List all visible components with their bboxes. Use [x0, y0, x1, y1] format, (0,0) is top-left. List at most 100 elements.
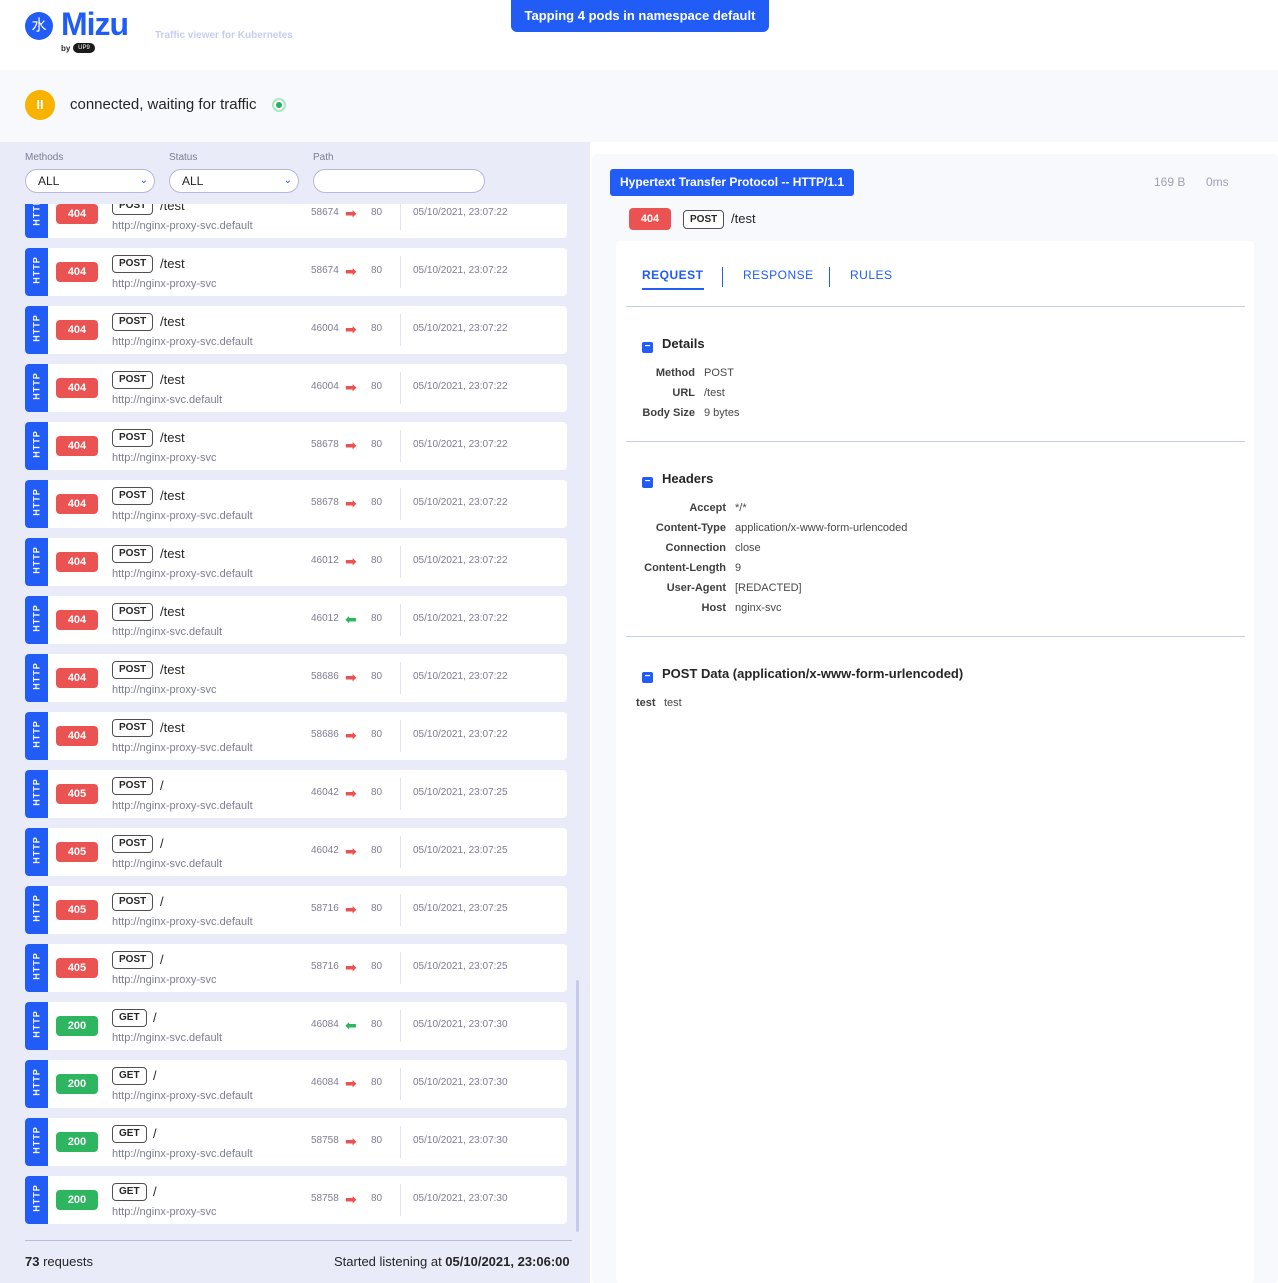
- row-divider: [400, 204, 401, 230]
- service-url: http://nginx-proxy-svc: [112, 684, 217, 696]
- status-filter-value: ALL: [182, 174, 204, 188]
- service-url: http://nginx-svc.default: [112, 394, 223, 406]
- request-count-suffix: requests: [39, 1254, 93, 1269]
- arrow-left-icon: ⬅: [345, 1017, 357, 1033]
- detail-path: /test: [731, 211, 756, 226]
- header-row: Content-Length 9: [636, 558, 741, 578]
- traffic-entry-row[interactable]: HTTP 405 POST / http://nginx-proxy-svc.defau…: [25, 886, 567, 934]
- traffic-entry-row[interactable]: HTTP 405 POST / http://nginx-proxy-svc.defau…: [25, 770, 567, 818]
- traffic-entry-row[interactable]: HTTP 404 POST/test http://nginx-proxy-svc.d…: [25, 712, 567, 760]
- entry-timestamp: 05/10/2021, 23:07:30: [413, 1077, 508, 1088]
- header-row-value: nginx-svc: [735, 602, 782, 614]
- header-row: User-Agent [REDACTED]: [636, 578, 802, 598]
- traffic-entry-row[interactable]: HTTP 405 POST / http://nginx-proxy-svc 58716 ➡…: [25, 944, 567, 992]
- method-badge: POST: [112, 255, 154, 273]
- row-divider: [400, 720, 401, 752]
- arrow-right-icon: ➡: [345, 669, 357, 685]
- headers-section-toggle[interactable]: − Headers: [642, 471, 713, 488]
- traffic-entry-row[interactable]: HTTP 200 GET / http://nginx-proxy-svc 58758 ➡ 8…: [25, 1176, 567, 1224]
- header-row-value: */*: [735, 502, 747, 514]
- service-url: http://nginx-proxy-svc.default: [112, 220, 253, 232]
- tab-request[interactable]: REQUEST: [642, 268, 704, 290]
- row-divider: [400, 894, 401, 926]
- protocol-tag: HTTP: [25, 596, 48, 644]
- row-divider: [400, 546, 401, 578]
- method-badge: GET: [112, 1009, 147, 1027]
- row-divider: [400, 662, 401, 694]
- protocol-tag: HTTP: [25, 1002, 48, 1050]
- section-divider: [626, 636, 1245, 637]
- traffic-entry-row[interactable]: HTTP 404 POST/test http://nginx-proxy-svc.d…: [25, 306, 567, 354]
- traffic-entry-row[interactable]: HTTP 404 POST/test http://nginx-proxy-svc.d…: [25, 480, 567, 528]
- method-badge: POST: [112, 429, 154, 447]
- destination-port: 80: [371, 1019, 383, 1030]
- source-port: 58758: [311, 1193, 339, 1204]
- service-url: http://nginx-proxy-svc.default: [112, 568, 253, 580]
- protocol-label: HTTP: [31, 546, 42, 574]
- destination-port: 80: [371, 613, 383, 624]
- source-port: 46012: [311, 613, 339, 624]
- traffic-entry-row[interactable]: HTTP 405 POST / http://nginx-svc.default 4604…: [25, 828, 567, 876]
- destination-port: 80: [371, 1193, 383, 1204]
- method-badge: POST: [112, 313, 154, 331]
- arrow-right-icon: ➡: [345, 727, 357, 743]
- service-url: http://nginx-proxy-svc: [112, 278, 217, 290]
- post-data-section-toggle[interactable]: − POST Data (application/x-www-form-urlen…: [642, 666, 963, 683]
- arrow-right-icon: ➡: [345, 437, 357, 453]
- tab-rules[interactable]: RULES: [850, 268, 893, 282]
- pause-button[interactable]: II: [25, 90, 55, 120]
- collapse-icon: −: [642, 672, 653, 683]
- traffic-entry-row[interactable]: HTTP 200 GET / http://nginx-proxy-svc.defaul…: [25, 1060, 567, 1108]
- request-path: /test: [160, 430, 185, 445]
- method-badge: GET: [112, 1067, 147, 1085]
- source-port: 58716: [311, 961, 339, 972]
- protocol-label: HTTP: [31, 256, 42, 284]
- status-code-badge: 200: [56, 1132, 98, 1152]
- arrow-right-icon: ➡: [345, 1133, 357, 1149]
- traffic-entry-row[interactable]: HTTP 404 POST/test http://nginx-proxy-svc 58…: [25, 422, 567, 470]
- header-row-value: 9: [735, 562, 742, 574]
- traffic-entry-row[interactable]: HTTP 404 POST/test http://nginx-proxy-svc.d…: [25, 204, 567, 238]
- status-filter-select[interactable]: ALL ⌄: [169, 169, 299, 193]
- request-path: /: [153, 1126, 157, 1141]
- body-size-info: 169 B: [1154, 175, 1186, 189]
- traffic-entry-row[interactable]: HTTP 404 POST/test http://nginx-proxy-svc.d…: [25, 538, 567, 586]
- traffic-entry-row[interactable]: HTTP 200 GET / http://nginx-svc.default 46084…: [25, 1002, 567, 1050]
- traffic-entry-list[interactable]: HTTP 404 POST/test http://nginx-proxy-svc.d…: [25, 204, 567, 1230]
- traffic-entry-row[interactable]: HTTP 200 GET / http://nginx-proxy-svc.defaul…: [25, 1118, 567, 1166]
- service-url: http://nginx-proxy-svc.default: [112, 916, 253, 928]
- tab-divider: [722, 267, 723, 287]
- header-row-value: [REDACTED]: [735, 582, 802, 594]
- destination-port: 80: [371, 323, 383, 334]
- detail-row-value: /test: [704, 387, 725, 399]
- protocol-label: HTTP: [31, 314, 42, 342]
- method-badge: POST: [112, 661, 154, 679]
- methods-filter-select[interactable]: ALL ⌄: [25, 169, 155, 193]
- request-path: /test: [160, 256, 185, 271]
- status-code-badge: 405: [56, 958, 98, 978]
- request-count: 73 requests: [25, 1254, 93, 1269]
- traffic-entry-row[interactable]: HTTP 404 POST/test http://nginx-proxy-svc 58…: [25, 654, 567, 702]
- status-filter-label: Status: [169, 152, 198, 163]
- protocol-tag: HTTP: [25, 1060, 48, 1108]
- entry-timestamp: 05/10/2021, 23:07:25: [413, 903, 508, 914]
- tab-response[interactable]: RESPONSE: [743, 268, 814, 282]
- row-divider: [400, 430, 401, 462]
- details-section-toggle[interactable]: − Details: [642, 336, 705, 353]
- post-data-row: test test: [636, 693, 682, 713]
- status-code-badge: 200: [56, 1016, 98, 1036]
- method-badge: POST: [112, 545, 154, 563]
- row-divider: [400, 256, 401, 288]
- arrow-right-icon: ➡: [345, 321, 357, 337]
- traffic-entry-row[interactable]: HTTP 404 POST/test http://nginx-svc.default…: [25, 364, 567, 412]
- traffic-entry-row[interactable]: HTTP 404 POST/test http://nginx-svc.default…: [25, 596, 567, 644]
- traffic-entry-row[interactable]: HTTP 404 POST/test http://nginx-proxy-svc 58…: [25, 248, 567, 296]
- detail-row: Method POST: [636, 363, 734, 383]
- list-scrollbar[interactable]: [576, 980, 579, 1232]
- status-code-badge: 404: [56, 610, 98, 630]
- destination-port: 80: [371, 1077, 383, 1088]
- collapse-icon: −: [642, 342, 653, 353]
- destination-port: 80: [371, 961, 383, 972]
- path-filter-input[interactable]: [313, 169, 485, 193]
- header-row-value: close: [735, 542, 761, 554]
